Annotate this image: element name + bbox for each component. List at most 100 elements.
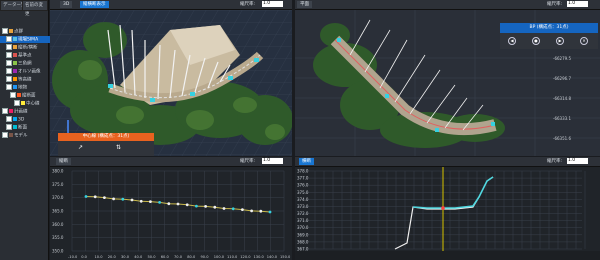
layer-icon bbox=[13, 125, 17, 129]
tab-cross[interactable]: 横断 bbox=[299, 158, 314, 165]
y-tick-label: 372.0 bbox=[297, 211, 309, 216]
visibility-checkbox[interactable] bbox=[6, 116, 12, 122]
bp-controls: ◀ ● ▶ ✕ bbox=[500, 33, 598, 49]
profile-chart: 380.0 375.0 370.0 365.0 360.0 355.0 350.0 -10.0… bbox=[52, 169, 291, 260]
y-tick-label: 368.0 bbox=[297, 239, 309, 244]
zoom-input[interactable]: 1.0 bbox=[567, 1, 588, 7]
plan-axis-label: -66351.6 bbox=[553, 136, 571, 141]
x-tick-label: 130.0 bbox=[254, 255, 265, 259]
view-header-profile: 縦断 縮尺率: 1.0 bbox=[50, 157, 292, 167]
x-tick-label: 150.0 bbox=[280, 255, 291, 259]
close-icon[interactable]: ✕ bbox=[580, 37, 588, 45]
tree-item[interactable]: 地物 bbox=[0, 84, 54, 91]
y-tick-label: 376.0 bbox=[297, 183, 309, 188]
prev-icon[interactable]: ◀ bbox=[508, 37, 516, 45]
y-tick-label: 374.0 bbox=[297, 197, 309, 202]
visibility-checkbox[interactable] bbox=[2, 28, 8, 34]
profile-point bbox=[268, 210, 272, 214]
x-axis-strip bbox=[295, 251, 600, 260]
edit-icon[interactable]: ↗ bbox=[78, 144, 83, 151]
visibility-checkbox[interactable] bbox=[6, 60, 12, 66]
profile-point bbox=[241, 208, 244, 211]
view-header-plan: 平面 縮尺率: 1.0 bbox=[295, 0, 600, 10]
visibility-checkbox[interactable] bbox=[6, 36, 12, 42]
3d-view[interactable]: 中心線 (構成点：31点) ↗ ⇅ bbox=[50, 10, 292, 156]
x-tick-label: 100.0 bbox=[214, 255, 225, 259]
tree-item[interactable]: 点群 bbox=[0, 28, 50, 35]
profile-point bbox=[176, 202, 180, 206]
tree-item[interactable]: 縦断/横断 bbox=[0, 44, 54, 51]
x-tick-label: 50.0 bbox=[148, 255, 157, 259]
plan-axis-label: -66296.7 bbox=[553, 76, 571, 81]
profile-point bbox=[213, 205, 217, 209]
tab-cross-display[interactable]: 縦横断表示 bbox=[80, 1, 109, 8]
tree-item-label: 縦断/横断 bbox=[18, 45, 38, 51]
zoom-input[interactable]: 1.0 bbox=[262, 1, 283, 7]
profile-point bbox=[167, 202, 171, 206]
plan-axis-label: -66279.5 bbox=[553, 56, 571, 61]
profile-point bbox=[93, 195, 97, 199]
y-tick-label: 355.0 bbox=[52, 235, 64, 240]
tab-plan[interactable]: 平面 bbox=[297, 1, 312, 8]
layer-icon bbox=[13, 85, 17, 89]
visibility-checkbox[interactable] bbox=[6, 76, 12, 82]
tree-item-label: 三角網 bbox=[18, 61, 32, 67]
visibility-checkbox[interactable] bbox=[6, 52, 12, 58]
tree-item-label: 計画線 bbox=[14, 109, 28, 115]
tree-item[interactable]: 基準点 bbox=[0, 52, 54, 59]
y-tick-label: 369.0 bbox=[297, 232, 309, 237]
layer-icon bbox=[13, 69, 17, 73]
point-icon[interactable]: ● bbox=[532, 37, 540, 45]
zoom-label: 縮尺率: bbox=[240, 159, 256, 164]
tree-item[interactable]: モデル bbox=[0, 132, 50, 139]
zoom-input[interactable]: 1.0 bbox=[262, 158, 283, 164]
profile-point bbox=[250, 209, 254, 213]
layer-icon bbox=[13, 45, 17, 49]
next-icon[interactable]: ▶ bbox=[556, 37, 564, 45]
plan-view[interactable]: -66279.5 -66296.7 -66314.8 -66333.1 -66351.6… bbox=[295, 10, 600, 156]
tree-item-label: 3D bbox=[18, 117, 25, 123]
layer-icon bbox=[13, 53, 17, 57]
tree-item[interactable]: 三角網 bbox=[0, 60, 54, 67]
visibility-checkbox[interactable] bbox=[2, 132, 8, 138]
tab-3d[interactable]: 3D bbox=[60, 1, 73, 8]
tab-profile[interactable]: 縦断 bbox=[56, 158, 71, 165]
layer-icon bbox=[13, 77, 17, 81]
y-tick-label: 350.0 bbox=[52, 249, 64, 254]
profile-point bbox=[204, 205, 208, 208]
tree-item-label: 縦断面 bbox=[22, 93, 36, 99]
visibility-checkbox[interactable] bbox=[10, 92, 16, 98]
x-tick-label: 40.0 bbox=[134, 255, 143, 259]
plan-axis-label: -66314.8 bbox=[553, 96, 571, 101]
profile-view[interactable]: 380.0 375.0 370.0 365.0 360.0 355.0 350.0 -10.0… bbox=[50, 167, 292, 260]
cross-section-view[interactable]: 378.0 377.0 376.0 375.0 374.0 373.0 372.0 371.0… bbox=[295, 167, 600, 260]
tree-item[interactable]: 断面 bbox=[0, 124, 54, 131]
visibility-checkbox[interactable] bbox=[6, 124, 12, 130]
visibility-checkbox[interactable] bbox=[6, 68, 12, 74]
y-tick-label: 367.0 bbox=[297, 247, 309, 252]
swap-icon[interactable]: ⇅ bbox=[116, 144, 121, 151]
visibility-checkbox[interactable] bbox=[6, 84, 12, 90]
x-tick-label: -10.0 bbox=[68, 255, 78, 259]
visibility-checkbox[interactable] bbox=[6, 44, 12, 50]
zoom-input[interactable]: 1.0 bbox=[567, 158, 588, 164]
visibility-checkbox[interactable] bbox=[14, 100, 20, 106]
y-tick-label: 375.0 bbox=[297, 190, 309, 195]
tab-rename[interactable]: 名前の変更 bbox=[22, 0, 48, 17]
layer-icon bbox=[9, 29, 13, 33]
x-tick-label: 110.0 bbox=[227, 255, 238, 259]
center-line-controls: ↗ ⇅ bbox=[58, 141, 154, 156]
tree-item-label: 基準点 bbox=[18, 53, 32, 59]
x-tick-label: 0.0 bbox=[81, 255, 87, 259]
tree-item[interactable]: オルソ画像 bbox=[0, 68, 54, 75]
y-tick-label: 365.0 bbox=[52, 209, 64, 214]
tree-item-label: 点群 bbox=[14, 29, 23, 35]
y-tick-label: 377.0 bbox=[297, 176, 309, 181]
tree-item[interactable]: 3D bbox=[0, 116, 54, 123]
profile-point bbox=[222, 207, 226, 210]
visibility-checkbox[interactable] bbox=[2, 108, 8, 114]
tree-item-label: 地物 bbox=[18, 85, 27, 91]
tree-item[interactable]: 等高線 bbox=[0, 76, 54, 83]
tree-item[interactable]: 計画線 bbox=[0, 108, 50, 115]
tree-item[interactable]: 現場SIMA bbox=[0, 36, 54, 43]
